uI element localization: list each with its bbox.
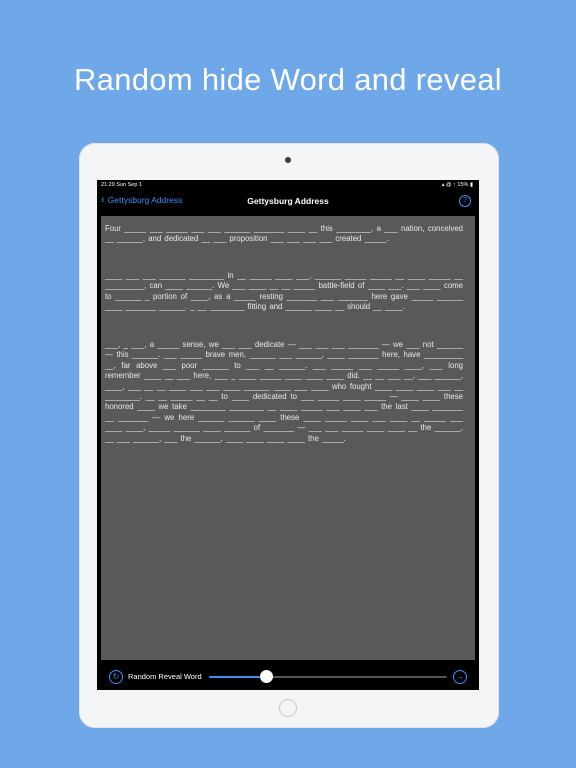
text-panel: Four _____ ___ _____ ___ ___ ______ ____… [101, 216, 475, 660]
navigation-bar: ‹ Gettysburg Address Gettysburg Address … [97, 190, 479, 212]
page-title: Gettysburg Address [247, 196, 329, 206]
paragraph-2: ____ ___ ___ ______ ________ in __ _____… [105, 271, 463, 312]
paragraph-3: ___, _ ___, a _____ sense, we ___ ___ de… [105, 340, 463, 443]
promo-headline: Random hide Word and reveal [74, 62, 502, 97]
app-screen: 21:29 Sun Sep 1 ▴ @ ↑ 15% ▮ ‹ Gettysburg… [97, 180, 479, 690]
reveal-slider[interactable] [209, 676, 447, 678]
bottom-toolbar: ↻ Random Reveal Word → [97, 664, 479, 690]
help-icon[interactable]: ? [459, 195, 471, 207]
home-button[interactable] [279, 699, 297, 717]
status-time: 21:29 Sun Sep 1 [101, 182, 142, 188]
status-bar: 21:29 Sun Sep 1 ▴ @ ↑ 15% ▮ [97, 180, 479, 190]
mode-label: Random Reveal Word [128, 672, 202, 681]
next-arrow-icon[interactable]: → [453, 670, 467, 684]
slider-fill [209, 676, 267, 678]
reset-icon[interactable]: ↻ [109, 670, 123, 684]
status-indicators: ▴ @ ↑ 15% ▮ [441, 182, 473, 188]
camera-dot [285, 157, 291, 163]
paragraph-1: Four _____ ___ _____ ___ ___ ______ ____… [105, 224, 463, 244]
slider-thumb[interactable] [259, 670, 273, 683]
